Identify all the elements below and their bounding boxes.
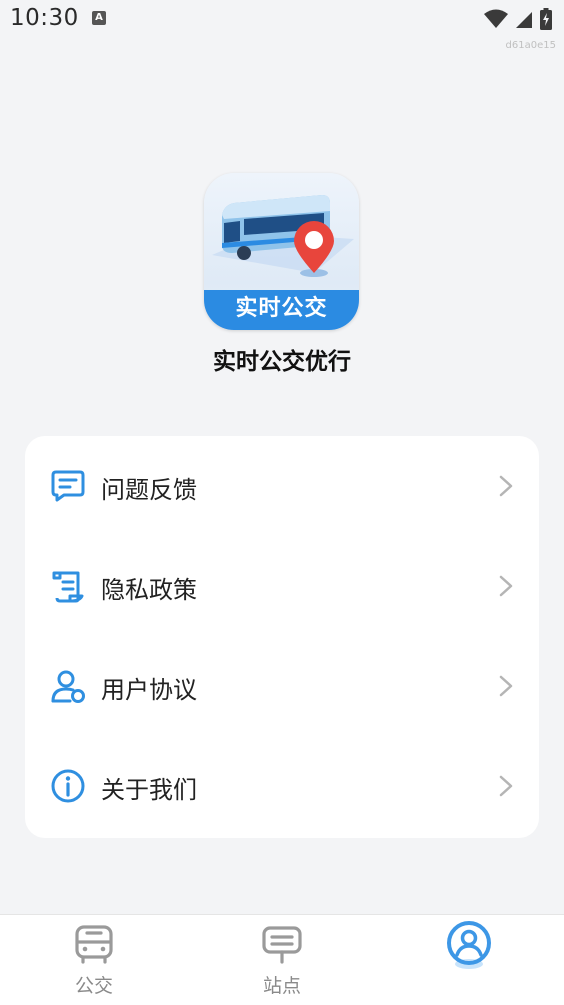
status-bar: 10:30 A d61a0e15 [0,0,564,51]
settings-menu-card: 问题反馈 隐私政策 用户协议 关于我们 [25,436,539,838]
build-id: d61a0e15 [505,40,556,51]
menu-item-about-us[interactable]: 关于我们 [25,736,539,836]
logo-band-text: 实时公交 [204,290,359,330]
chevron-right-icon [499,775,513,797]
document-scroll-icon [52,571,84,603]
accessibility-a-icon: A [92,11,106,25]
wifi-icon [484,9,508,28]
menu-item-label: 问题反馈 [101,476,197,504]
bottom-tab-bar: 公交 站点 [0,914,564,1005]
chevron-right-icon [499,675,513,697]
user-shield-icon [51,670,85,703]
status-time: 10:30 [10,5,79,31]
chevron-right-icon [499,575,513,597]
chevron-right-icon [499,475,513,497]
feedback-chat-icon [51,470,85,502]
battery-charging-icon [540,8,552,30]
tab-bus[interactable]: 公交 [0,915,188,1005]
app-name: 实时公交优行 [213,349,351,375]
menu-item-privacy-policy[interactable]: 隐私政策 [25,536,539,636]
tab-label: 公交 [74,975,113,997]
tab-label: 站点 [262,975,301,997]
bus-icon [75,925,113,964]
signal-icon [516,12,532,28]
menu-item-user-agreement[interactable]: 用户协议 [25,636,539,736]
app-logo: 实时公交 [204,173,359,330]
menu-item-label: 用户协议 [101,676,197,704]
info-circle-icon [51,769,85,803]
menu-item-label: 关于我们 [101,776,197,804]
profile-icon [447,921,491,969]
status-icons [484,8,552,30]
tab-profile[interactable] [376,915,564,1005]
menu-item-label: 隐私政策 [101,576,197,604]
menu-item-feedback[interactable]: 问题反馈 [25,436,539,536]
bus-stop-sign-icon [262,926,302,964]
logo-bus-pin-icon [212,195,354,277]
tab-stations[interactable]: 站点 [188,915,376,1005]
